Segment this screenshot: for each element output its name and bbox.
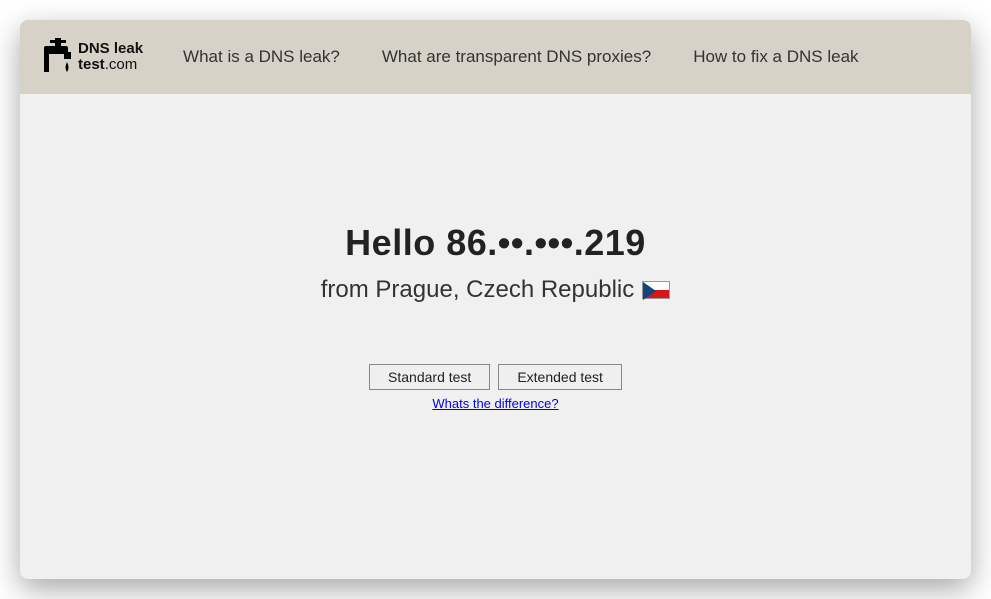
- logo-line1: DNS leak: [78, 41, 143, 58]
- main-nav: What is a DNS leak? What are transparent…: [183, 47, 858, 67]
- logo-text: DNS leak test.com: [78, 41, 143, 74]
- extended-test-button[interactable]: Extended test: [498, 364, 622, 390]
- faucet-icon: [44, 38, 72, 76]
- ip-address: 86.••.•••.219: [446, 222, 646, 263]
- hello-ip-heading: Hello 86.••.•••.219: [345, 222, 646, 264]
- main-content: Hello 86.••.•••.219 from Prague, Czech R…: [20, 94, 971, 579]
- hello-prefix: Hello: [345, 222, 446, 263]
- standard-test-button[interactable]: Standard test: [369, 364, 490, 390]
- logo-line2: test.com: [78, 57, 143, 74]
- nav-what-is-dns-leak[interactable]: What is a DNS leak?: [183, 47, 340, 67]
- nav-transparent-proxies[interactable]: What are transparent DNS proxies?: [382, 47, 651, 67]
- test-buttons: Standard test Extended test: [369, 364, 622, 390]
- nav-how-to-fix[interactable]: How to fix a DNS leak: [693, 47, 858, 67]
- from-prefix: from: [321, 276, 376, 303]
- site-logo[interactable]: DNS leak test.com: [44, 38, 143, 76]
- czech-flag-icon: [642, 281, 670, 299]
- location-text: Prague, Czech Republic: [375, 276, 634, 303]
- whats-the-difference-link[interactable]: Whats the difference?: [432, 396, 558, 411]
- header-bar: DNS leak test.com What is a DNS leak? Wh…: [20, 20, 971, 94]
- app-window: DNS leak test.com What is a DNS leak? Wh…: [20, 20, 971, 579]
- location-line: from Prague, Czech Republic: [321, 276, 670, 304]
